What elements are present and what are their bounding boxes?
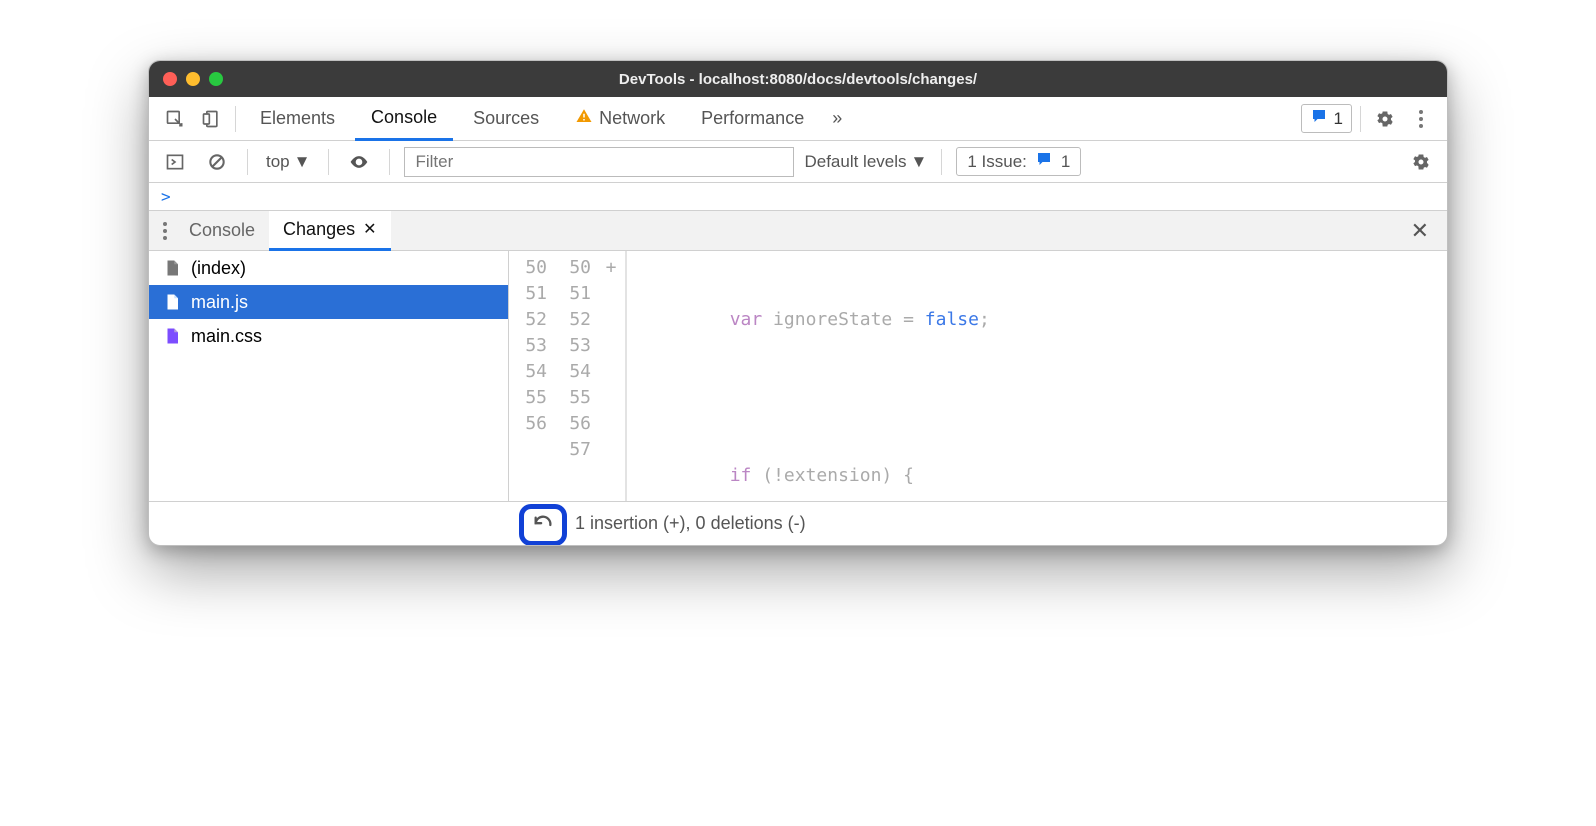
file-item-mainjs[interactable]: main.js xyxy=(149,285,508,319)
separator xyxy=(389,149,390,175)
separator xyxy=(941,149,942,175)
revert-button[interactable] xyxy=(519,504,567,546)
more-menu-icon[interactable] xyxy=(1405,103,1437,135)
main-tab-strip: Elements Console Sources Network Perform… xyxy=(149,97,1447,141)
chevron-down-icon: ▼ xyxy=(911,152,928,172)
devtools-window: DevTools - localhost:8080/docs/devtools/… xyxy=(148,60,1448,546)
close-drawer-icon[interactable]: ✕ xyxy=(1399,218,1441,244)
diff-signs: + xyxy=(597,251,625,501)
live-expression-eye-icon[interactable] xyxy=(343,146,375,178)
file-label: main.css xyxy=(191,326,262,347)
log-levels-dropdown[interactable]: Default levels ▼ xyxy=(804,152,927,172)
tab-performance[interactable]: Performance xyxy=(685,97,820,141)
file-label: main.js xyxy=(191,292,248,313)
code-lines[interactable]: var ignoreState = false; if (!extension)… xyxy=(625,251,1447,501)
old-line-numbers: 5051 5253 54 5556 xyxy=(509,251,553,501)
code-line: if (!extension) { xyxy=(627,463,1447,489)
close-tab-icon[interactable]: ✕ xyxy=(363,219,376,239)
tab-sources[interactable]: Sources xyxy=(457,97,555,141)
inspect-element-icon[interactable] xyxy=(159,103,191,135)
issues-badge[interactable]: 1 xyxy=(1301,104,1352,133)
separator xyxy=(328,149,329,175)
titlebar: DevTools - localhost:8080/docs/devtools/… xyxy=(149,61,1447,97)
file-icon xyxy=(163,325,181,347)
drawer-tab-changes[interactable]: Changes ✕ xyxy=(269,211,390,251)
diff-view: 5051 5253 54 5556 5051 5253 5455 5657 + xyxy=(509,251,1447,501)
more-tabs-icon[interactable]: » xyxy=(824,108,850,129)
diff-summary: 1 insertion (+), 0 deletions (-) xyxy=(575,513,806,534)
clear-console-icon[interactable] xyxy=(201,146,233,178)
file-item-index[interactable]: (index) xyxy=(149,251,508,285)
separator xyxy=(247,149,248,175)
drawer-menu-icon[interactable] xyxy=(155,222,175,240)
changes-panel: (index) main.js main.css 5051 5253 54 55… xyxy=(149,251,1447,501)
issue-chip[interactable]: 1 Issue: 1 xyxy=(956,147,1081,176)
changes-statusbar: 1 insertion (+), 0 deletions (-) xyxy=(149,501,1447,545)
issue-icon xyxy=(1310,107,1328,130)
tab-network[interactable]: Network xyxy=(559,97,681,141)
tab-elements[interactable]: Elements xyxy=(244,97,351,141)
console-toolbar: top ▼ Default levels ▼ 1 Issue: 1 xyxy=(149,141,1447,183)
line-gutter: 5051 5253 54 5556 5051 5253 5455 5657 + xyxy=(509,251,625,501)
device-toolbar-icon[interactable] xyxy=(195,103,227,135)
code-line xyxy=(627,385,1447,411)
new-line-numbers: 5051 5253 5455 5657 xyxy=(553,251,597,501)
chevron-down-icon: ▼ xyxy=(294,152,311,172)
file-icon xyxy=(163,257,181,279)
changed-files-list: (index) main.js main.css xyxy=(149,251,509,501)
undo-icon xyxy=(531,514,555,536)
drawer-tab-strip: Console Changes ✕ ✕ xyxy=(149,211,1447,251)
console-prompt[interactable]: > xyxy=(149,183,1447,211)
issue-icon xyxy=(1035,150,1053,173)
filter-input[interactable] xyxy=(404,147,794,177)
window-title: DevTools - localhost:8080/docs/devtools/… xyxy=(149,71,1447,88)
context-dropdown[interactable]: top ▼ xyxy=(262,150,314,174)
drawer-tab-console[interactable]: Console xyxy=(175,211,269,251)
separator xyxy=(1360,106,1361,132)
code-line: var ignoreState = false; xyxy=(627,307,1447,333)
file-item-maincss[interactable]: main.css xyxy=(149,319,508,353)
settings-icon[interactable] xyxy=(1369,103,1401,135)
console-settings-icon[interactable] xyxy=(1405,146,1437,178)
warning-icon xyxy=(575,107,593,130)
toggle-console-sidebar-icon[interactable] xyxy=(159,146,191,178)
file-label: (index) xyxy=(191,258,246,279)
separator xyxy=(235,106,236,132)
file-icon xyxy=(163,291,181,313)
tab-console[interactable]: Console xyxy=(355,97,453,141)
